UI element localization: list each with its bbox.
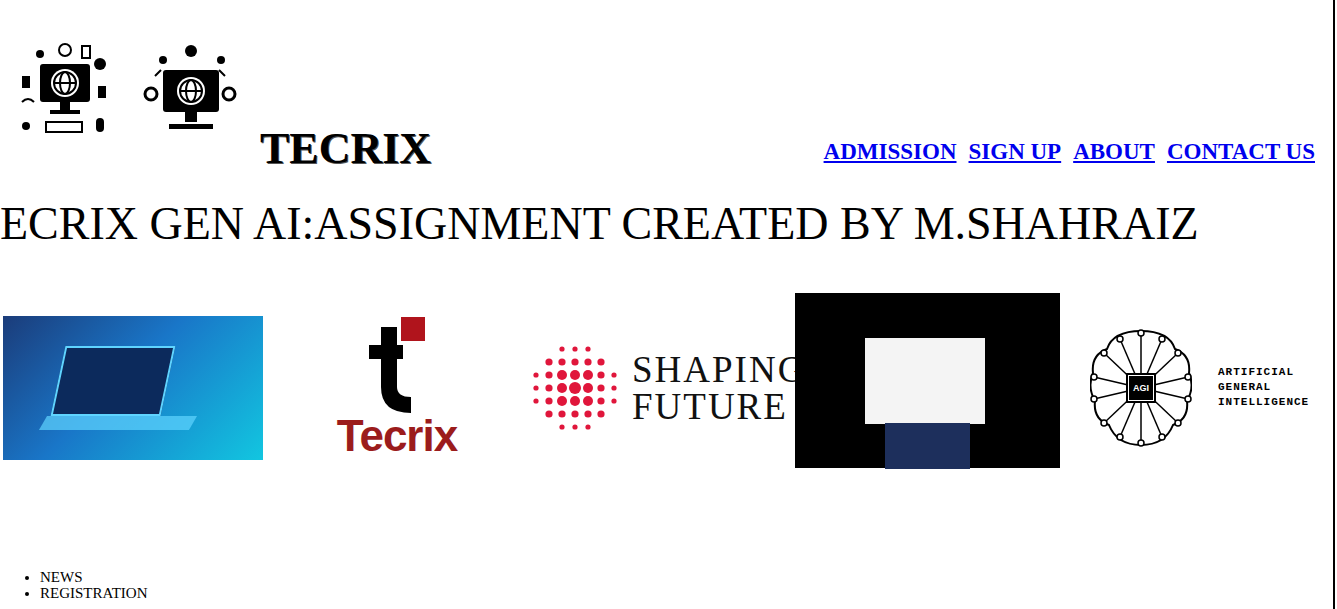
logo-text: ARTIFICIAL — [1218, 365, 1309, 380]
nav-link[interactable]: SIGN UP — [969, 135, 1062, 170]
chip-label: AGI — [1129, 376, 1153, 400]
computer-globe-icon — [18, 42, 113, 140]
logo-text: INTELLIGENCE — [1218, 395, 1309, 410]
main-nav: ADMISSION SIGN UP ABOUT CONTACT US — [824, 135, 1333, 170]
shaping-future-logo: SHAPINGFUTURE — [530, 343, 792, 433]
bye-photo — [795, 293, 1060, 483]
nav-link[interactable]: ABOUT — [1073, 135, 1155, 170]
tecrix-logo: Tecrix — [318, 317, 476, 459]
site-header: TECRIX ADMISSION SIGN UP ABOUT CONTACT US — [0, 0, 1333, 177]
page: TECRIX ADMISSION SIGN UP ABOUT CONTACT US ECR… — [0, 0, 1335, 609]
nav-link[interactable]: CONTACT US — [1167, 135, 1315, 170]
list-item[interactable]: NEWS — [40, 569, 1333, 585]
logo-text: Tecrix — [318, 413, 476, 459]
logo-text: GENERAL — [1218, 380, 1309, 395]
header-icons — [0, 0, 238, 140]
laptop-photo — [3, 316, 263, 460]
logo-words: SHAPINGFUTURE — [632, 351, 806, 425]
dot-burst-icon — [530, 343, 620, 433]
logo-text: SHAPING — [632, 351, 806, 388]
list-item[interactable]: REGISTRATION — [40, 585, 1333, 601]
tecrix-t-icon — [367, 317, 427, 413]
page-heading: ECRIX GEN AI:ASSIGNMENT CREATED BY M.SHA… — [0, 199, 1333, 250]
image-gallery: Tecrix SHAPINGFUTURE AGI ARTIFICIALGENERALI… — [0, 292, 1333, 484]
logo-text: FUTURE — [632, 388, 806, 425]
nav-link[interactable]: ADMISSION — [824, 135, 957, 170]
monitor-globe-icon — [143, 42, 238, 140]
link-list: NEWSREGISTRATION — [0, 569, 1333, 601]
agi-logo: AGI ARTIFICIALGENERALINTELLIGENCE — [1090, 329, 1316, 447]
logo-words: ARTIFICIALGENERALINTELLIGENCE — [1218, 365, 1309, 410]
brand-title: TECRIX — [260, 127, 431, 171]
brain-chip: AGI — [1090, 329, 1192, 447]
